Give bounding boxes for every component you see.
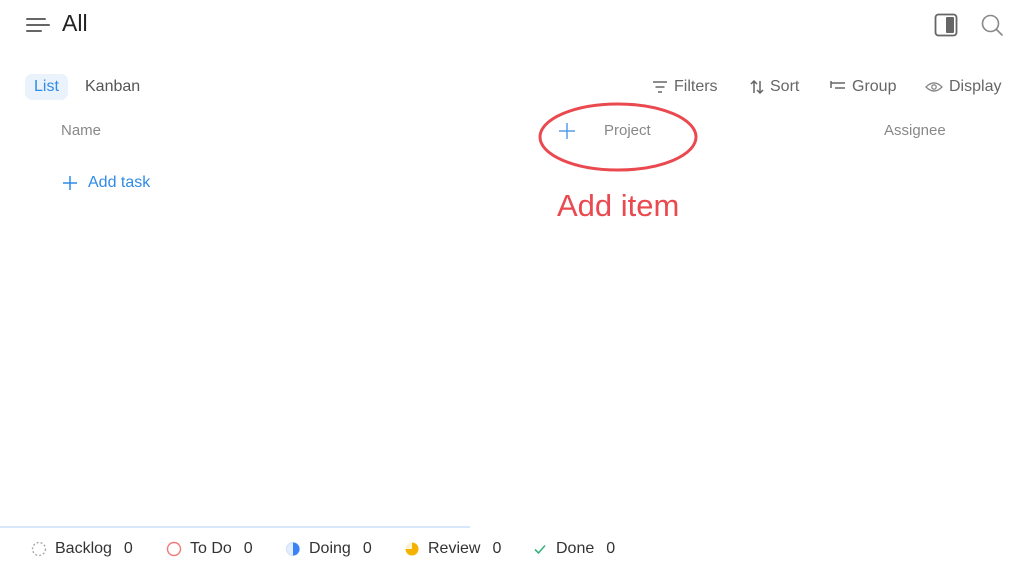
top-bar: All (0, 0, 1024, 52)
group-icon (830, 81, 845, 89)
sort-label: Sort (770, 78, 800, 95)
status-label: Done (556, 540, 595, 557)
status-label: To Do (190, 540, 232, 557)
status-bar: Backlog 0 To Do 0 Doing 0 Review 0 Done … (0, 538, 1024, 560)
add-task-button[interactable]: Add task (62, 172, 150, 194)
status-label: Doing (309, 540, 351, 557)
column-project[interactable]: Project (604, 122, 651, 139)
tab-list[interactable]: List (25, 74, 68, 100)
display-button[interactable]: Display (925, 74, 1001, 100)
display-label: Display (949, 78, 1002, 95)
review-icon (405, 542, 419, 556)
eye-icon (925, 82, 943, 92)
column-header-row: Name Project Assignee (0, 118, 1024, 146)
sort-icon (750, 79, 764, 95)
status-done[interactable]: Done 0 (532, 538, 615, 560)
status-doing[interactable]: Doing 0 (285, 538, 372, 560)
status-backlog[interactable]: Backlog 0 (31, 538, 133, 560)
view-bar: List Kanban Filters Sort Group Display (0, 72, 1024, 102)
status-count: 0 (123, 540, 133, 557)
group-button[interactable]: Group (830, 74, 896, 100)
status-count: 0 (362, 540, 372, 557)
backlog-icon (31, 541, 47, 557)
filters-label: Filters (674, 78, 718, 95)
doing-icon (286, 542, 300, 556)
add-column-icon[interactable] (557, 121, 577, 141)
sort-button[interactable]: Sort (750, 74, 799, 100)
done-icon (534, 544, 546, 555)
annotation-label: Add item (557, 188, 680, 223)
status-label: Review (428, 540, 481, 557)
group-label: Group (852, 78, 897, 95)
status-count: 0 (606, 540, 616, 557)
todo-icon (166, 541, 182, 557)
menu-icon[interactable] (26, 14, 52, 36)
filter-icon (653, 81, 667, 93)
plus-icon (63, 176, 77, 190)
progress-line (0, 526, 470, 528)
status-label: Backlog (55, 540, 112, 557)
column-name[interactable]: Name (61, 122, 101, 139)
status-count: 0 (243, 540, 253, 557)
column-assignee[interactable]: Assignee (884, 122, 946, 139)
status-todo[interactable]: To Do 0 (166, 538, 253, 560)
status-count: 0 (492, 540, 502, 557)
page-title: All (62, 10, 88, 36)
search-icon[interactable] (980, 13, 1004, 37)
add-task-label: Add task (88, 174, 151, 191)
tab-kanban[interactable]: Kanban (76, 74, 149, 100)
filters-button[interactable]: Filters (652, 74, 718, 100)
status-review[interactable]: Review 0 (404, 538, 501, 560)
side-panel-icon[interactable] (934, 13, 958, 37)
